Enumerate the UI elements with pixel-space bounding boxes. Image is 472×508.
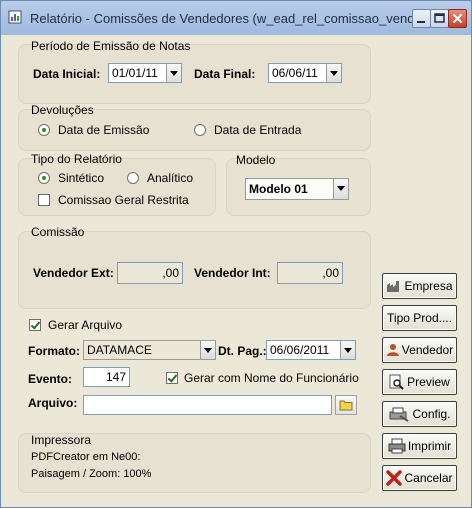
arquivo-input[interactable] xyxy=(83,395,332,415)
chevron-down-icon[interactable] xyxy=(340,341,355,359)
empresa-button[interactable]: Empresa xyxy=(382,273,457,299)
evento-field[interactable]: 147 xyxy=(83,367,130,387)
radio-data-emissao[interactable] xyxy=(38,124,50,136)
chevron-down-icon[interactable] xyxy=(200,341,215,359)
chevron-down-icon[interactable] xyxy=(166,64,181,82)
comissao-geral-checkbox[interactable] xyxy=(38,194,50,206)
vendedor-button[interactable]: Vendedor xyxy=(382,337,457,363)
empresa-label: Empresa xyxy=(404,279,453,293)
impressora-line1: PDFCreator em Ne00: xyxy=(31,451,141,463)
radio-sintetico[interactable] xyxy=(38,172,50,184)
wrench-printer-icon xyxy=(389,407,410,422)
vendedor-label: Vendedor xyxy=(401,343,454,357)
window-client: Período de Emissão de Notas Data Inicial… xyxy=(6,35,466,503)
magnifier-icon xyxy=(389,374,404,390)
gerar-arquivo-checkbox[interactable] xyxy=(29,319,41,331)
maximize-button[interactable] xyxy=(430,9,449,28)
person-icon xyxy=(386,344,399,356)
data-inicial-field[interactable]: 01/01/11 xyxy=(108,63,182,83)
impressora-line2: Paisagem / Zoom: 100% xyxy=(31,468,152,480)
data-final-label: Data Final: xyxy=(194,67,256,81)
comissao-title: Comissão xyxy=(31,225,85,239)
chevron-down-icon[interactable] xyxy=(326,64,341,82)
formato-select[interactable]: DATAMACE xyxy=(83,340,216,360)
maximize-icon xyxy=(434,13,445,23)
formato-label: Formato: xyxy=(28,344,80,358)
modelo-select[interactable]: Modelo 01 xyxy=(245,178,349,200)
cancelar-button[interactable]: Cancelar xyxy=(382,465,457,491)
tipo-prod-button[interactable]: Tipo Prod.... xyxy=(382,305,457,331)
modelo-value: Modelo 01 xyxy=(249,182,308,196)
building-icon xyxy=(387,281,400,292)
gerar-nome-label[interactable]: Gerar com Nome do Funcionário xyxy=(184,371,359,385)
imprimir-button[interactable]: Imprimir xyxy=(382,433,457,459)
modelo-title: Modelo xyxy=(236,153,276,167)
data-final-field[interactable]: 06/06/11 xyxy=(268,63,342,83)
report-window: Relatório - Comissões de Vendedores (w_e… xyxy=(0,0,472,508)
gerar-arquivo-label[interactable]: Gerar Arquivo xyxy=(48,318,122,332)
tipo-relatorio-title: Tipo do Relatório xyxy=(31,152,122,166)
printer-icon xyxy=(388,438,406,454)
comissao-geral-label[interactable]: Comissao Geral Restrita xyxy=(58,193,189,207)
analitico-label[interactable]: Analítico xyxy=(147,171,193,185)
devolucoes-title: Devoluções xyxy=(31,103,94,117)
vendedor-int-label: Vendedor Int: xyxy=(194,266,271,280)
formato-value: DATAMACE xyxy=(87,343,152,357)
evento-label: Evento: xyxy=(28,372,73,386)
preview-button[interactable]: Preview xyxy=(382,369,457,395)
report-icon xyxy=(8,10,22,24)
close-icon xyxy=(452,13,463,24)
dt-pag-value: 06/06/2011 xyxy=(270,343,330,357)
red-x-icon xyxy=(386,470,403,486)
sintetico-label[interactable]: Sintético xyxy=(58,171,104,185)
browse-folder-button[interactable] xyxy=(335,395,357,415)
close-button[interactable] xyxy=(448,9,467,28)
arquivo-label: Arquivo: xyxy=(28,396,78,410)
impressora-title: Impressora xyxy=(31,433,92,447)
cancelar-label: Cancelar xyxy=(404,471,453,485)
radio-data-entrada[interactable] xyxy=(194,124,206,136)
preview-label: Preview xyxy=(407,375,450,389)
periodo-title: Período de Emissão de Notas xyxy=(31,39,191,53)
radio-analitico[interactable] xyxy=(127,172,139,184)
vendedor-int-field[interactable]: ,00 xyxy=(277,262,343,284)
config-label: Config. xyxy=(412,407,451,421)
minimize-icon xyxy=(417,21,425,23)
data-final-value: 06/06/11 xyxy=(272,66,318,80)
data-inicial-value: 01/01/11 xyxy=(112,66,158,80)
data-emissao-label[interactable]: Data de Emissão xyxy=(58,123,149,137)
tipo-prod-label: Tipo Prod.... xyxy=(387,311,452,325)
dt-pag-label: Dt. Pag.: xyxy=(218,344,267,358)
window-title: Relatório - Comissões de Vendedores (w_e… xyxy=(30,11,419,26)
config-button[interactable]: Config. xyxy=(382,401,457,427)
minimize-button[interactable] xyxy=(412,9,431,28)
folder-icon xyxy=(339,400,353,411)
vendedor-ext-label: Vendedor Ext: xyxy=(33,266,114,280)
tipo-relatorio-group xyxy=(18,158,216,216)
data-entrada-label[interactable]: Data de Entrada xyxy=(214,123,301,137)
gerar-nome-checkbox[interactable] xyxy=(166,372,178,384)
data-inicial-label: Data Inicial: xyxy=(33,67,101,81)
chevron-down-icon[interactable] xyxy=(333,179,348,199)
title-bar[interactable]: Relatório - Comissões de Vendedores (w_e… xyxy=(1,1,471,35)
dt-pag-field[interactable]: 06/06/2011 xyxy=(266,340,356,360)
imprimir-label: Imprimir xyxy=(407,439,452,453)
vendedor-ext-field[interactable]: ,00 xyxy=(117,262,183,284)
